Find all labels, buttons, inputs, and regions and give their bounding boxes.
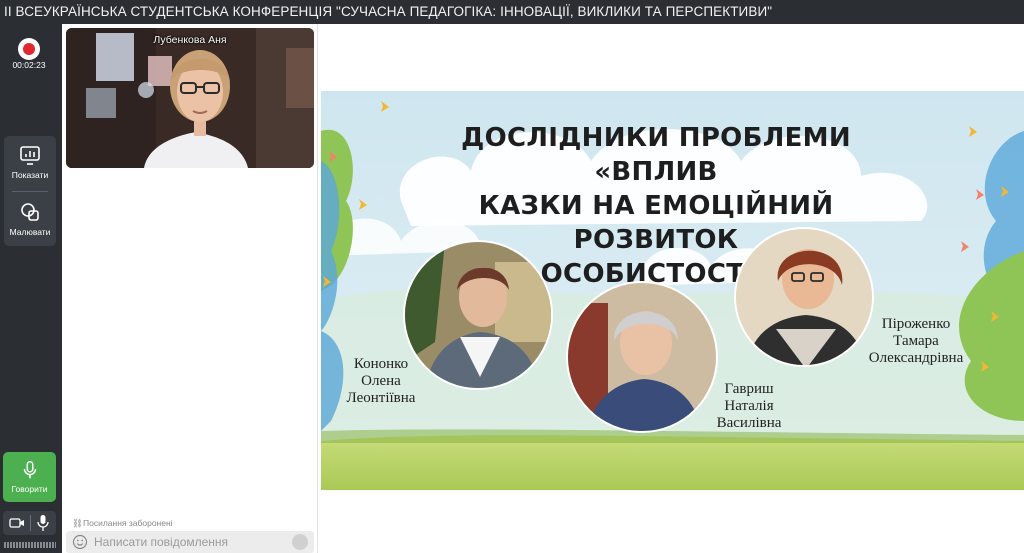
researcher-3-surname: Піроженко [881, 316, 951, 332]
presentation-slide: ДОСЛІДНИКИ ПРОБЛЕМИ «ВПЛИВ КАЗКИ НА ЕМОЦ… [321, 91, 1024, 490]
speak-label: Говорити [11, 484, 48, 494]
researcher-name-1: Кононко Олена Леонтіївна [341, 356, 421, 407]
link-icon: ⛓ [72, 518, 83, 528]
audio-level-meter [4, 542, 56, 548]
researcher-name-3: Піроженко Тамара Олександрівна [861, 316, 971, 367]
links-blocked-notice: ⛓Посилання заборонені [72, 518, 173, 529]
window-title: ІІ ВСЕУКРАЇНСЬКА СТУДЕНТСЬКА КОНФЕРЕНЦІЯ… [0, 0, 1024, 24]
mic-toggle-icon[interactable] [36, 514, 50, 532]
show-button[interactable]: Показати [4, 136, 56, 186]
record-button[interactable] [18, 38, 40, 60]
researcher-photo-3 [734, 227, 874, 367]
draw-label: Малювати [9, 227, 51, 237]
researcher-3-patronymic: Олександрівна [868, 350, 964, 366]
researcher-2-surname: Гавриш [724, 381, 774, 397]
tool-group: Показати Малювати [4, 136, 56, 246]
chat-input-placeholder: Написати повідомлення [94, 535, 229, 549]
participant-video[interactable]: Лубенкова Аня [66, 28, 314, 168]
controls-divider [30, 515, 31, 531]
send-button[interactable] [292, 534, 308, 550]
camera-icon[interactable] [9, 515, 25, 531]
show-label: Показати [11, 170, 49, 180]
video-frame [66, 28, 314, 168]
researcher-1-surname: Кононко [353, 356, 409, 372]
researcher-photo-2 [566, 281, 718, 433]
researcher-2-patronymic: Василівна [716, 415, 782, 431]
tool-divider [12, 191, 48, 192]
recording-timer: 00:02:23 [12, 60, 46, 70]
researcher-2-firstname: Наталія [724, 398, 774, 414]
portrait-2 [568, 283, 716, 431]
microphone-icon [23, 461, 36, 479]
left-toolbar: 00:02:23 Показати Малювати Говорити [0, 24, 62, 553]
record-icon [23, 43, 35, 55]
side-panel: Лубенкова Аня ⛓Посилання заборонені Напи… [62, 24, 318, 553]
chat-input[interactable]: Написати повідомлення [66, 531, 314, 553]
presentation-area: ДОСЛІДНИКИ ПРОБЛЕМИ «ВПЛИВ КАЗКИ НА ЕМОЦ… [318, 24, 1024, 553]
links-blocked-label: Посилання заборонені [83, 518, 173, 528]
portrait-1 [405, 242, 551, 388]
portrait-3 [736, 229, 872, 365]
researcher-photo-1 [403, 240, 553, 390]
researcher-1-firstname: Олена [361, 373, 401, 389]
participant-name: Лубенкова Аня [153, 34, 227, 46]
emoji-icon[interactable] [72, 534, 88, 550]
screen-share-icon [20, 146, 40, 165]
draw-button[interactable]: Малювати [4, 193, 56, 243]
researcher-1-patronymic: Леонтіївна [346, 390, 416, 406]
researcher-3-firstname: Тамара [893, 333, 939, 349]
slide-title-line-1: ДОСЛІДНИКИ ПРОБЛЕМИ «ВПЛИВ [461, 123, 851, 187]
shapes-icon [21, 203, 39, 221]
speak-button[interactable]: Говорити [3, 452, 56, 502]
researcher-name-2: Гавриш Наталія Василівна [709, 381, 789, 432]
media-controls [3, 511, 56, 535]
